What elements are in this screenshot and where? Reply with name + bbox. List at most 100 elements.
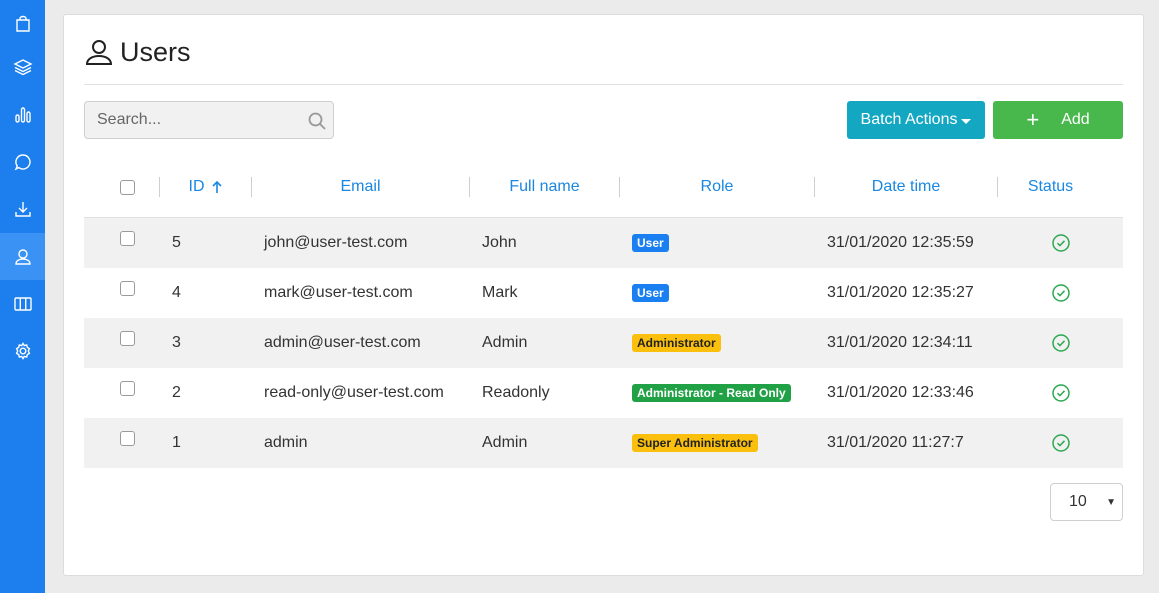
table-row[interactable]: 4 mark@user-test.com Mark User 31/01/202…: [84, 268, 1123, 318]
column-header-email-label: Email: [340, 178, 381, 195]
cell-id: 4: [172, 284, 181, 301]
batch-actions-button[interactable]: Batch Actions: [847, 101, 985, 139]
row-checkbox[interactable]: [120, 381, 135, 396]
user-icon: [85, 40, 113, 65]
check-circle-icon: [1052, 284, 1070, 302]
columns-icon: [13, 296, 32, 311]
page-header: Users: [84, 35, 191, 69]
settings-icon: [15, 341, 30, 360]
column-header-id[interactable]: ID: [160, 167, 251, 207]
layers-icon: [12, 58, 33, 75]
table-row[interactable]: 2 read-only@user-test.com Readonly Admin…: [84, 368, 1123, 418]
role-cell: User: [632, 218, 669, 268]
role-badge: Super Administrator: [632, 434, 758, 452]
column-header-id-label: ID: [188, 178, 205, 195]
per-page-value: 10: [1069, 493, 1087, 510]
sidebar-item-downloads[interactable]: [0, 185, 45, 232]
cell-datetime: 31/01/2020 12:35:27: [827, 284, 974, 301]
bag-icon: [15, 15, 30, 32]
table-row[interactable]: 3 admin@user-test.com Admin Administrato…: [84, 318, 1123, 368]
per-page-select[interactable]: 10 ▼: [1050, 483, 1123, 521]
cell-id: 1: [172, 434, 181, 451]
cell-fullname: John: [482, 234, 517, 251]
sort-ascending-icon: [211, 180, 222, 193]
role-cell: Super Administrator: [632, 418, 758, 468]
status-cell: [1051, 318, 1071, 368]
sidebar-item-shop[interactable]: [0, 0, 45, 47]
sidebar-item-users[interactable]: [0, 233, 45, 280]
cell-id: 2: [172, 384, 181, 401]
cell-datetime: 31/01/2020 12:33:46: [827, 384, 974, 401]
column-header-role-label: Role: [700, 178, 734, 195]
sidebar-item-settings[interactable]: [0, 327, 45, 374]
cell-fullname: Admin: [482, 334, 528, 351]
table-row[interactable]: 1 admin Admin Super Administrator 31/01/…: [84, 418, 1123, 468]
cell-email: admin@user-test.com: [264, 334, 421, 351]
sidebar-item-stats[interactable]: [0, 91, 45, 138]
check-circle-icon: [1052, 234, 1070, 252]
search-icon[interactable]: [307, 111, 327, 131]
sidebar-item-columns[interactable]: [0, 280, 45, 327]
table-body: 5 john@user-test.com John User 31/01/202…: [84, 218, 1123, 468]
cell-id: 5: [172, 234, 181, 251]
sidebar-item-layers[interactable]: [0, 43, 45, 90]
column-header-role[interactable]: Role: [620, 167, 814, 207]
role-badge: User: [632, 284, 669, 302]
table-row[interactable]: 5 john@user-test.com John User 31/01/202…: [84, 218, 1123, 268]
role-badge: Administrator - Read Only: [632, 384, 791, 402]
check-circle-icon: [1052, 334, 1070, 352]
batch-actions-label: Batch Actions: [860, 111, 958, 128]
row-checkbox[interactable]: [120, 281, 135, 296]
row-checkbox[interactable]: [120, 431, 135, 446]
user-icon: [14, 248, 31, 265]
column-header-datetime-label: Date time: [871, 178, 941, 195]
status-cell: [1051, 218, 1071, 268]
cell-email: admin: [264, 434, 308, 451]
select-all-checkbox[interactable]: [120, 180, 135, 195]
plus-icon: +: [1026, 107, 1040, 132]
chevron-down-icon: ▼: [1106, 496, 1116, 508]
role-cell: User: [632, 268, 669, 318]
column-header-email[interactable]: Email: [252, 167, 469, 207]
row-checkbox[interactable]: [120, 331, 135, 346]
status-cell: [1051, 368, 1071, 418]
column-header-status[interactable]: Status: [998, 167, 1103, 207]
divider: [84, 84, 1123, 85]
search-input[interactable]: [85, 102, 333, 138]
cell-id: 3: [172, 334, 181, 351]
add-label: Add: [1061, 111, 1090, 128]
role-badge: User: [632, 234, 669, 252]
bar-chart-icon: [14, 106, 31, 123]
search-box: [84, 101, 334, 139]
role-badge: Administrator: [632, 334, 721, 352]
chat-icon: [14, 153, 31, 170]
status-cell: [1051, 418, 1071, 468]
cell-fullname: Readonly: [482, 384, 550, 401]
cell-email: mark@user-test.com: [264, 284, 413, 301]
check-circle-icon: [1052, 434, 1070, 452]
column-header-status-label: Status: [1027, 178, 1074, 195]
cell-fullname: Mark: [482, 284, 518, 301]
cell-email: read-only@user-test.com: [264, 384, 444, 401]
row-checkbox[interactable]: [120, 231, 135, 246]
caret-down-icon: [961, 118, 972, 124]
cell-datetime: 31/01/2020 11:27:7: [827, 434, 964, 451]
role-cell: Administrator: [632, 318, 721, 368]
download-icon: [14, 201, 31, 217]
sidebar-item-messages[interactable]: [0, 138, 45, 185]
add-button[interactable]: + Add: [993, 101, 1123, 139]
column-header-fullname-label: Full name: [509, 178, 580, 195]
page-title: Users: [120, 36, 191, 67]
check-circle-icon: [1052, 384, 1070, 402]
cell-datetime: 31/01/2020 12:34:11: [827, 334, 973, 351]
role-cell: Administrator - Read Only: [632, 368, 791, 418]
cell-email: john@user-test.com: [264, 234, 408, 251]
sidebar: [0, 0, 45, 593]
status-cell: [1051, 268, 1071, 318]
users-panel: Users Batch Actions + Add ID Email Full …: [63, 14, 1144, 576]
cell-datetime: 31/01/2020 12:35:59: [827, 234, 974, 251]
column-header-fullname[interactable]: Full name: [470, 167, 619, 207]
table-header: ID Email Full name Role Date time Status: [84, 167, 1123, 217]
column-header-datetime[interactable]: Date time: [815, 167, 997, 207]
cell-fullname: Admin: [482, 434, 528, 451]
